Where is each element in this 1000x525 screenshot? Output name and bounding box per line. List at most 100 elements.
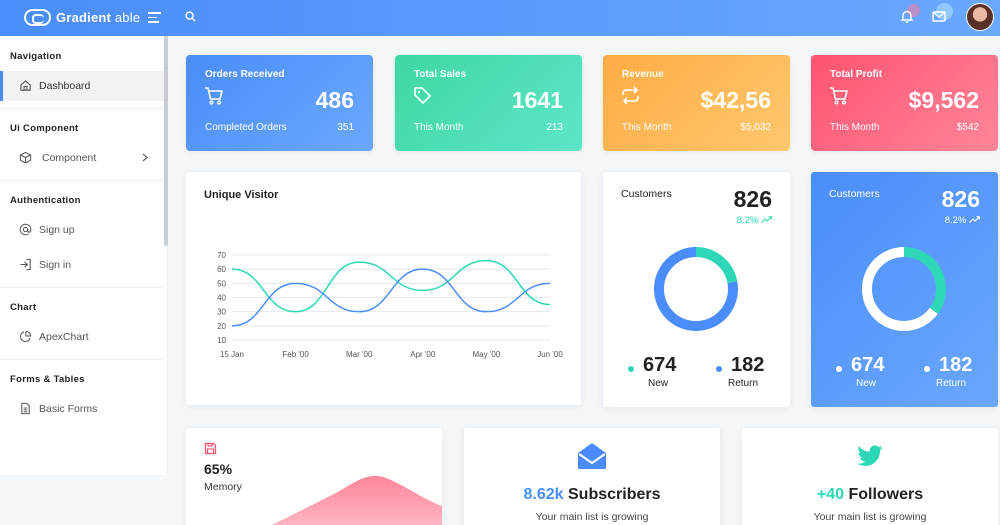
followers-count: +40: [816, 486, 844, 503]
pie-chart-icon: [19, 330, 32, 343]
return-value: 182: [939, 354, 973, 376]
sidebar-item-label: Component: [42, 152, 97, 164]
y-tick-label: 70: [217, 251, 226, 260]
stat-value: $42,56: [700, 87, 771, 113]
brand-name-bold: Gradient: [56, 10, 112, 25]
sidebar-item-dashboard[interactable]: Dashboard: [0, 71, 164, 101]
subscribers-card: 8.62k Subscribers Your main list is grow…: [464, 428, 720, 525]
box-icon: [19, 151, 32, 164]
followers-card: +40 Followers Your main list is growing: [742, 428, 998, 525]
cart-icon: [205, 87, 223, 105]
customers-card-highlight: Customers 826 8.2% 674 New 182 Return: [811, 172, 998, 407]
divider: [0, 180, 164, 181]
repeat-icon: [622, 86, 639, 105]
legend-dot-return: [716, 366, 722, 372]
series-line-0: [231, 259, 551, 313]
login-icon: [20, 258, 31, 271]
sidebar-item-label: ApexChart: [39, 331, 89, 343]
unique-visitor-card: Unique Visitor 10 20 30 40 50 60 70 15 Jan Feb '…: [186, 172, 581, 405]
menu-toggle-icon[interactable]: [148, 12, 161, 23]
sidebar-item-label: Dashboard: [39, 80, 91, 92]
x-tick-label: Feb '00: [282, 350, 309, 359]
stat-sub-label: This Month: [622, 122, 672, 133]
sidebar-section-title: Navigation: [10, 51, 62, 62]
tag-icon: [414, 87, 431, 104]
cart-icon: [830, 87, 848, 105]
stat-sub-label: This Month: [830, 122, 880, 133]
stat-card-orders: Orders Received 486 Completed Orders 351: [186, 55, 373, 151]
x-tick-label: May '00: [473, 350, 501, 359]
y-tick-label: 10: [217, 336, 226, 345]
home-icon: [20, 80, 31, 91]
sidebar-item-label: Basic Forms: [39, 403, 98, 415]
new-value: 674: [851, 354, 885, 376]
subscribers-count: 8.62k: [523, 486, 564, 503]
memory-card: 65% Memory: [186, 428, 442, 525]
subscribers-heading: 8.62k Subscribers: [464, 486, 720, 504]
divider: [0, 287, 164, 288]
brand-name-light: able: [111, 10, 141, 25]
search-icon[interactable]: [185, 11, 196, 22]
legend-dot-new: [836, 366, 842, 372]
stat-sub-value: $5,032: [740, 122, 771, 133]
subscribers-label: Subscribers: [568, 486, 661, 503]
return-value: 182: [731, 354, 765, 376]
divider: [0, 108, 164, 109]
stat-card-revenue: Revenue $42,56 This Month $5,032: [603, 55, 790, 151]
stat-value: 1641: [511, 87, 563, 113]
y-tick-label: 20: [217, 322, 226, 331]
stat-title: Revenue: [622, 69, 664, 80]
memory-area-chart: [271, 475, 442, 525]
sidebar-section-title: Authentication: [10, 195, 81, 206]
sidebar-section-title: Forms & Tables: [10, 374, 85, 385]
followers-heading: +40 Followers: [742, 486, 998, 504]
at-icon: [19, 223, 32, 236]
sidebar-item-label: Sign up: [39, 224, 75, 236]
stat-value: $9,562: [908, 87, 979, 113]
stat-title: Total Profit: [830, 69, 883, 80]
sidebar-item-sign-in[interactable]: Sign in: [0, 250, 164, 280]
sidebar-scrollbar[interactable]: [164, 36, 168, 246]
stat-title: Orders Received: [205, 69, 285, 80]
stat-sub-value: 213: [546, 122, 563, 133]
divider: [0, 359, 164, 360]
top-header: Gradient able: [0, 0, 1000, 36]
stat-sub-value: $542: [956, 122, 979, 133]
stat-title: Total Sales: [414, 69, 467, 80]
sidebar-item-apexchart[interactable]: ApexChart: [0, 322, 164, 352]
stat-sub-value: 351: [337, 122, 354, 133]
sidebar-item-sign-up[interactable]: Sign up: [0, 215, 164, 245]
logo-icon: [24, 9, 51, 26]
sidebar-item-label: Sign in: [39, 259, 72, 271]
unique-visitor-chart: 10 20 30 40 50 60 70 15 Jan Feb '00 Mar '00 Apr '0…: [217, 251, 563, 359]
stat-card-sales: Total Sales 1641 This Month 213: [395, 55, 582, 151]
brand[interactable]: Gradient able: [24, 9, 140, 26]
stat-sub-label: This Month: [414, 122, 464, 133]
stat-sub-label: Completed Orders: [205, 122, 287, 133]
return-label: Return: [936, 378, 967, 389]
followers-label: Followers: [848, 486, 924, 503]
stat-value: 486: [315, 87, 354, 113]
bell-icon[interactable]: [900, 9, 914, 23]
followers-subtext: Your main list is growing: [813, 511, 927, 523]
mail-open-icon: [578, 443, 606, 469]
file-text-icon: [21, 402, 30, 415]
new-value: 674: [643, 354, 677, 376]
x-tick-label: Jun '00: [537, 350, 563, 359]
x-tick-label: 15 Jan: [220, 350, 244, 359]
return-label: Return: [728, 378, 759, 389]
legend-dot-new: [628, 366, 634, 372]
y-tick-label: 50: [217, 279, 226, 288]
sidebar-item-component[interactable]: Component: [0, 143, 164, 173]
twitter-icon: [857, 445, 883, 466]
new-label: New: [856, 378, 877, 389]
sidebar-section-title: Ui Component: [10, 123, 79, 134]
new-label: New: [648, 378, 669, 389]
sidebar-item-basic-forms[interactable]: Basic Forms: [0, 394, 164, 424]
y-tick-label: 30: [217, 308, 226, 317]
mail-icon[interactable]: [932, 10, 946, 22]
x-tick-label: Mar '00: [346, 350, 373, 359]
avatar[interactable]: [966, 3, 994, 31]
chevron-right-icon: [142, 153, 148, 162]
stat-card-profit: Total Profit $9,562 This Month $542: [811, 55, 998, 151]
